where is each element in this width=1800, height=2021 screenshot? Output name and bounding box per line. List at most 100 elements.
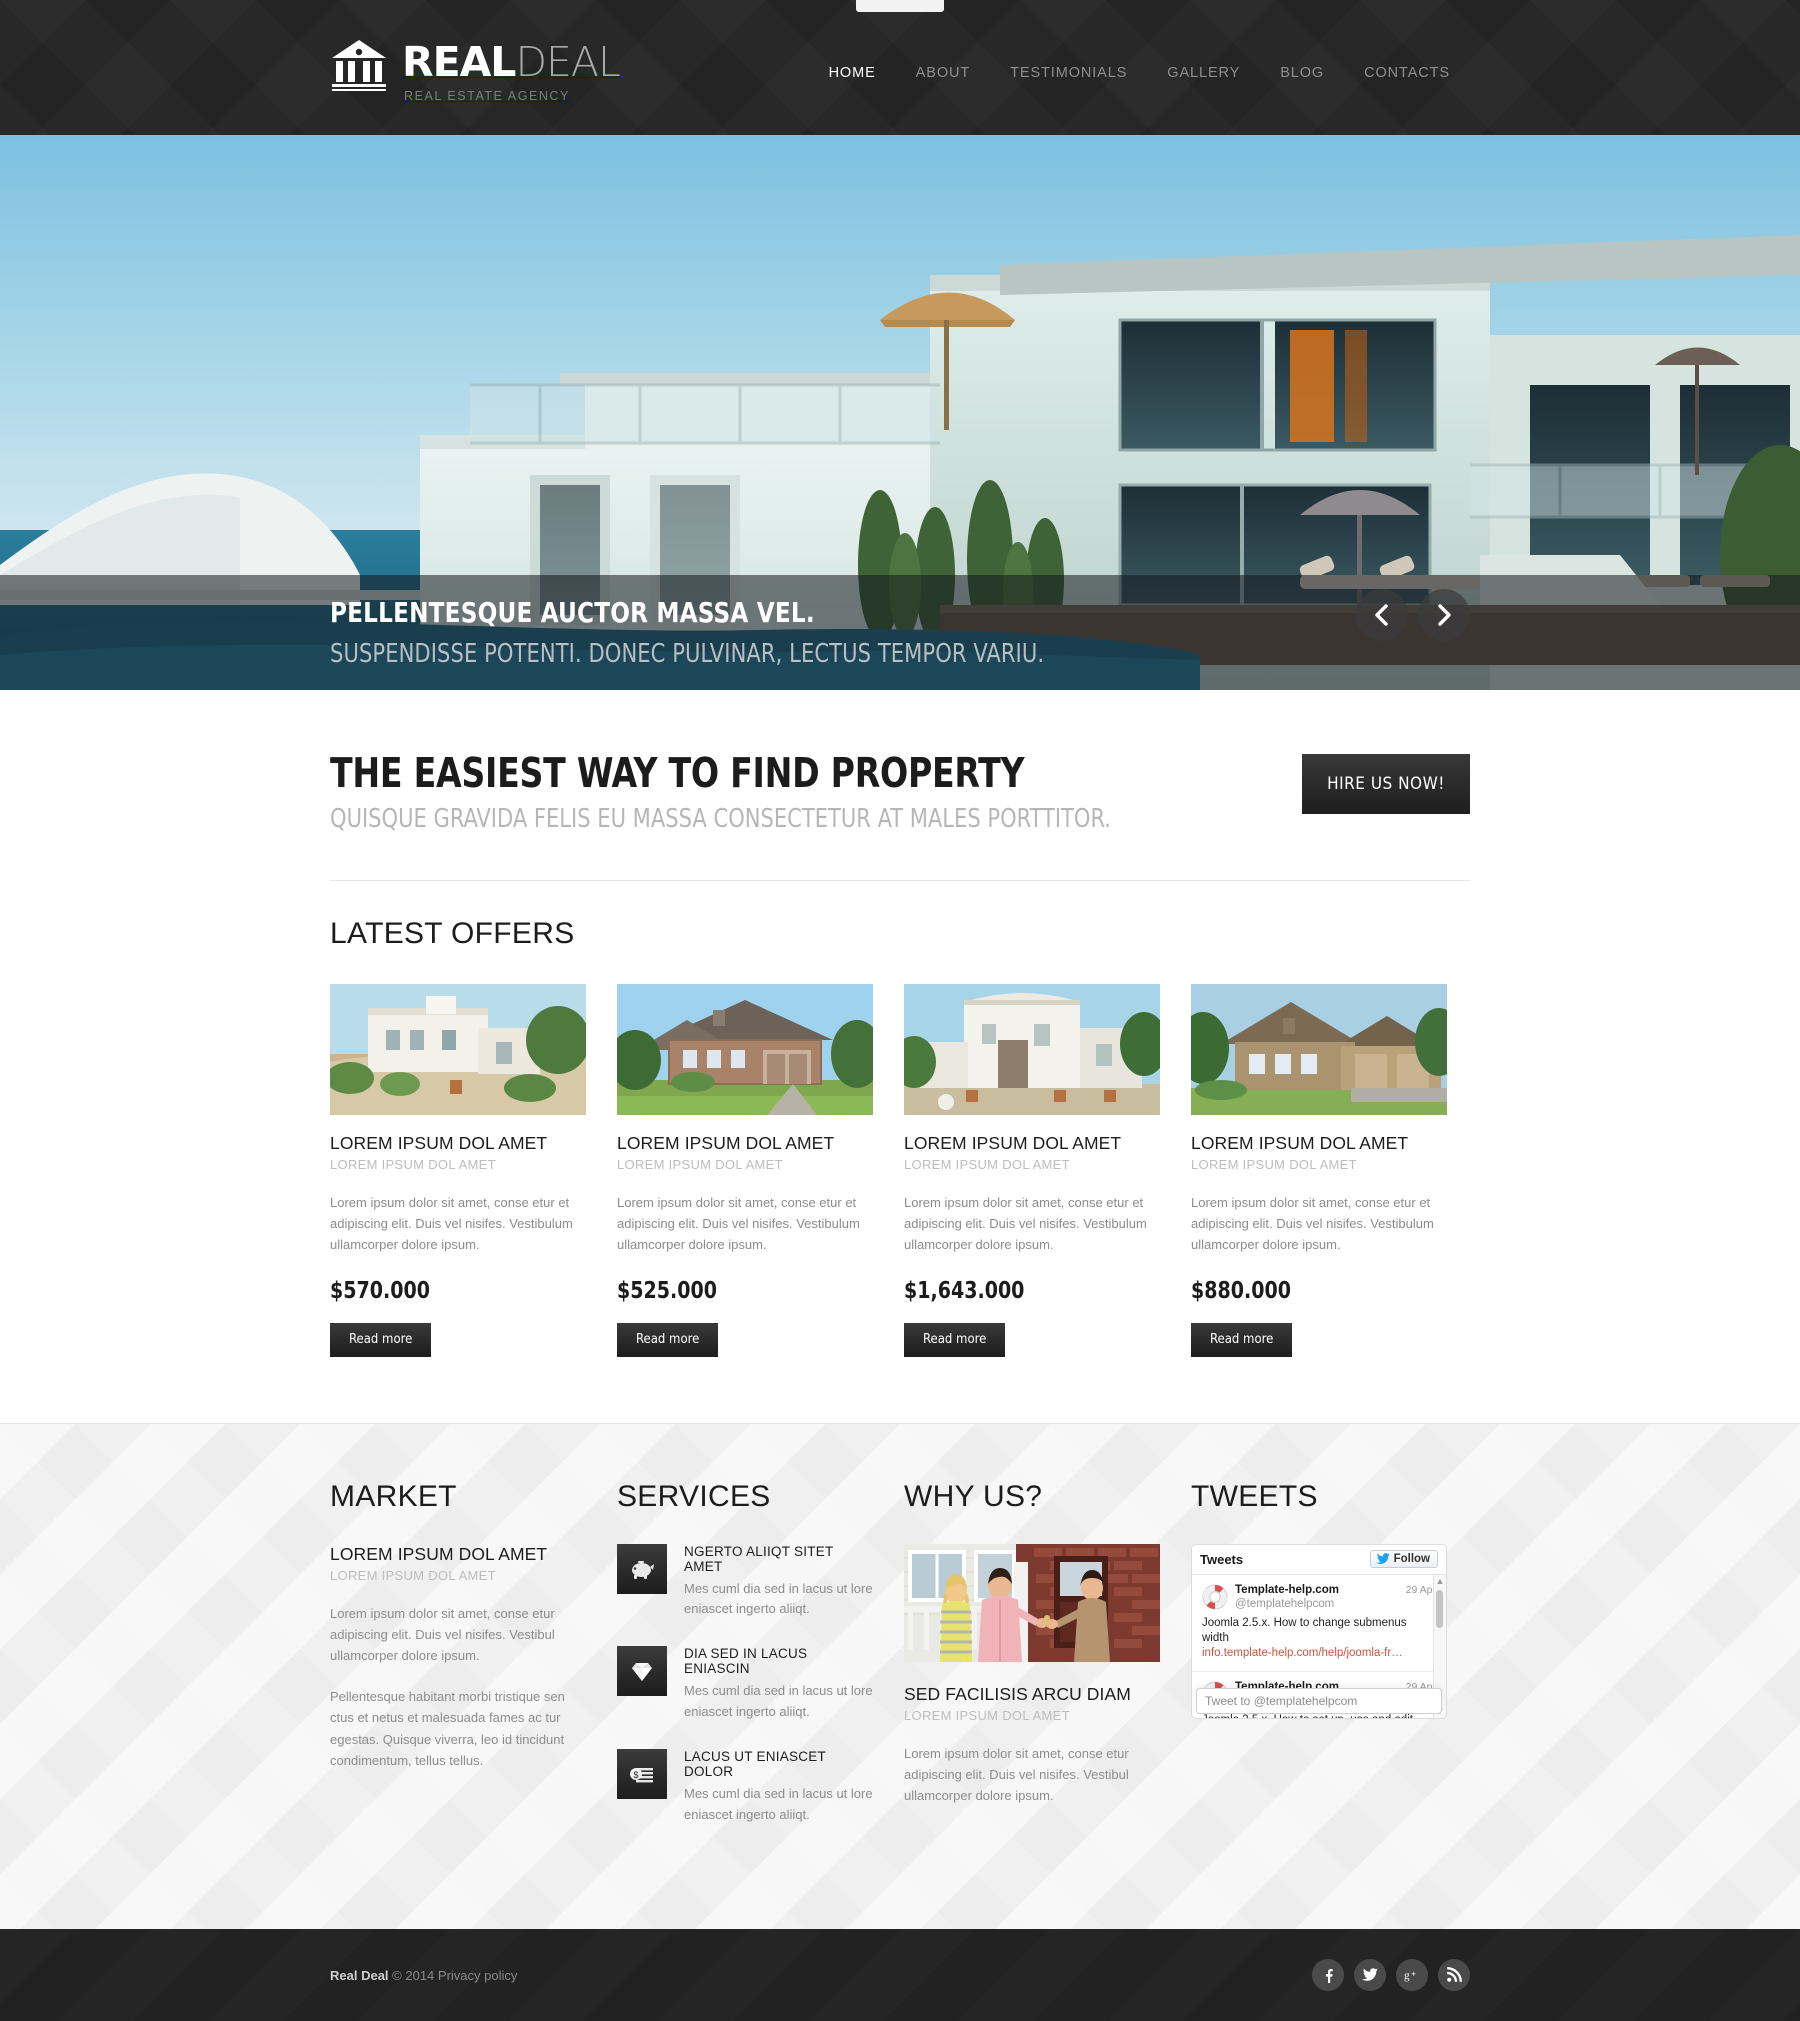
hire-us-now-button[interactable]: HIRE US NOW! (1302, 754, 1470, 814)
offers-card-list: LOREM IPSUM DOL AMET LOREM IPSUM DOL AME… (330, 984, 1470, 1357)
service-text: Mes cuml dia sed in lacus ut lore eniasc… (684, 1785, 873, 1822)
intro-section: THE EASIEST WAY TO FIND PROPERTY QUISQUE… (0, 690, 1800, 835)
offer-card[interactable]: LOREM IPSUM DOL AMET LOREM IPSUM DOL AME… (904, 984, 1160, 1357)
offer-card-title: LOREM IPSUM DOL AMET (1191, 1133, 1409, 1154)
tweets-title: TWEETS (1191, 1479, 1318, 1513)
offer-card[interactable]: LOREM IPSUM DOL AMET LOREM IPSUM DOL AME… (1191, 984, 1447, 1357)
tweet-text: Joomla 2.5.x. How to change submenus wid… (1202, 1616, 1407, 1644)
logo-text-secondary: DEAL (515, 38, 620, 87)
nav-item-gallery[interactable]: GALLERY (1147, 59, 1260, 87)
social-link-twitter[interactable] (1354, 1959, 1386, 1992)
tweet-compose-input[interactable]: Tweet to @templatehelpcom (1196, 1687, 1442, 1714)
service-title: NGERTO ALIIQT SITET AMET (684, 1543, 834, 1574)
page-root: REALDEAL REAL ESTATE AGENCY HOME ABOUT T… (0, 0, 1800, 2021)
why-us-title: WHY US? (904, 1479, 1043, 1513)
main-navigation: HOME ABOUT TESTIMONIALS GALLERY BLOG CON… (809, 49, 1470, 87)
latest-offers-section: LATEST OFFERS LOREM IPSUM DOL AMET LOREM… (0, 880, 1800, 1423)
offer-read-more-button[interactable]: Read more (1191, 1322, 1293, 1357)
offer-property-photo (330, 984, 586, 1116)
social-link-rss[interactable] (1438, 1959, 1470, 1992)
nav-item-home[interactable]: HOME (809, 59, 896, 87)
diamond-icon (632, 1663, 652, 1682)
twitter-follow-label: Follow (1393, 1553, 1430, 1566)
tweet-item[interactable]: Template-help.com @templatehelpcom 29 Ap… (1192, 1575, 1446, 1673)
bank-building-icon (330, 38, 388, 92)
scrollbar-thumb[interactable] (1435, 1589, 1443, 1628)
why-us-subheading: LOREM IPSUM DOL AMET (904, 1707, 1070, 1723)
service-item[interactable]: NGERTO ALIIQT SITET AMET Mes cuml dia se… (617, 1543, 873, 1621)
service-icon-tile (617, 1543, 667, 1594)
nav-item-testimonials[interactable]: TESTIMONIALS (990, 59, 1147, 87)
service-icon-tile (617, 1646, 667, 1697)
slider-arrows (1356, 589, 1470, 641)
services-column: SERVICES NGERTO ALIIQT SITET AMET Mes cu… (617, 1480, 873, 1852)
slider-next-button[interactable] (1418, 589, 1470, 641)
hero-slide-subtitle: SUSPENDISSE POTENTI. DONEC PULVINAR, LEC… (330, 639, 1045, 669)
intro-subtitle: QUISQUE GRAVIDA FELIS EU MASSA CONSECTET… (330, 804, 1111, 835)
footer-copyright: Real Deal © 2014 Privacy policy (330, 1968, 517, 1983)
offer-property-photo (617, 984, 873, 1116)
offer-card-text: Lorem ipsum dolor sit amet, conse etur e… (904, 1195, 1147, 1253)
chevron-left-icon (1375, 604, 1388, 626)
offer-card-price: $525.000 (617, 1277, 717, 1304)
footer-copyright-text: © 2014 Privacy policy (392, 1967, 518, 1983)
social-link-facebook[interactable] (1312, 1959, 1344, 1992)
nav-item-about[interactable]: ABOUT (896, 59, 990, 87)
tweet-link[interactable]: info.template-help.com/help/joomla-fr… (1202, 1646, 1436, 1661)
offer-card-text: Lorem ipsum dolor sit amet, conse etur e… (617, 1195, 860, 1253)
site-logo[interactable]: REALDEAL REAL ESTATE AGENCY (330, 32, 621, 104)
svg-text:+: + (1411, 1970, 1416, 1979)
offer-card-title: LOREM IPSUM DOL AMET (904, 1133, 1122, 1154)
hero-caption: PELLENTESQUE AUCTOR MASSA VEL. SUSPENDIS… (0, 575, 1800, 690)
why-us-paragraph: Lorem ipsum dolor sit amet, conse etur a… (904, 1745, 1129, 1803)
lifebuoy-avatar-icon (1202, 1584, 1228, 1610)
info-panel-section: MARKET LOREM IPSUM DOL AMET LOREM IPSUM … (0, 1422, 1800, 1930)
offer-card-subtitle: LOREM IPSUM DOL AMET (904, 1157, 1070, 1173)
offer-read-more-button[interactable]: Read more (330, 1322, 432, 1357)
market-paragraph-1: Lorem ipsum dolor sit amet, conse etur a… (330, 1605, 555, 1663)
twitter-icon (1362, 1968, 1378, 1982)
service-title: LACUS UT ENIASCET DOLOR (684, 1748, 826, 1779)
offer-property-photo (1191, 984, 1447, 1116)
footer-social-links: g + (1312, 1959, 1470, 1992)
market-subheading: LOREM IPSUM DOL AMET (330, 1567, 496, 1583)
offer-card-price: $1,643.000 (904, 1277, 1025, 1304)
market-title: MARKET (330, 1479, 457, 1513)
hero-slider: PELLENTESQUE AUCTOR MASSA VEL. SUSPENDIS… (0, 135, 1800, 690)
services-title: SERVICES (617, 1479, 771, 1513)
nav-item-blog[interactable]: BLOG (1260, 59, 1344, 87)
twitter-widget-header: Tweets Follow (1192, 1544, 1446, 1575)
site-header: REALDEAL REAL ESTATE AGENCY HOME ABOUT T… (0, 0, 1800, 135)
chevron-right-icon (1438, 604, 1451, 626)
money-stack-icon: $ (630, 1767, 653, 1783)
scroll-up-arrow-icon[interactable]: ▲ (1436, 1576, 1445, 1586)
site-footer: Real Deal © 2014 Privacy policy g + (0, 1929, 1800, 2021)
logo-text-primary: REAL (402, 38, 516, 87)
market-paragraph-2: Pellentesque habitant morbi tristique se… (330, 1689, 565, 1768)
twitter-follow-button[interactable]: Follow (1369, 1550, 1438, 1569)
tweets-column: TWEETS Tweets Follow Template-help.com @… (1191, 1480, 1447, 1719)
service-item[interactable]: $ LACUS UT ENIASCET DOLOR Mes cuml dia s… (617, 1748, 873, 1826)
offer-card-text: Lorem ipsum dolor sit amet, conse etur e… (1191, 1195, 1434, 1253)
offer-read-more-button[interactable]: Read more (617, 1322, 719, 1357)
market-heading: LOREM IPSUM DOL AMET (330, 1543, 548, 1564)
nav-item-contacts[interactable]: CONTACTS (1344, 59, 1470, 87)
social-link-google-plus[interactable]: g + (1396, 1959, 1428, 1992)
tweet-date: 29 Apr (1405, 1583, 1436, 1596)
slider-prev-button[interactable] (1356, 589, 1408, 641)
intro-title: THE EASIEST WAY TO FIND PROPERTY (330, 749, 1025, 797)
latest-offers-title: LATEST OFFERS (330, 917, 575, 951)
market-column: MARKET LOREM IPSUM DOL AMET LOREM IPSUM … (330, 1480, 586, 1771)
service-text: Mes cuml dia sed in lacus ut lore eniasc… (684, 1580, 873, 1617)
offer-card-price: $880.000 (1191, 1277, 1291, 1304)
offer-card-price: $570.000 (330, 1277, 430, 1304)
logo-tagline: REAL ESTATE AGENCY (404, 89, 570, 104)
offer-read-more-button[interactable]: Read more (904, 1322, 1006, 1357)
service-item[interactable]: DIA SED IN LACUS ENIASCIN Mes cuml dia s… (617, 1646, 873, 1723)
offer-card[interactable]: LOREM IPSUM DOL AMET LOREM IPSUM DOL AME… (330, 984, 586, 1357)
svg-text:g: g (1404, 1970, 1410, 1982)
offer-card[interactable]: LOREM IPSUM DOL AMET LOREM IPSUM DOL AME… (617, 984, 873, 1357)
why-us-photo (904, 1543, 1160, 1662)
why-us-heading: SED FACILISIS ARCU DIAM (904, 1683, 1131, 1704)
service-text: Mes cuml dia sed in lacus ut lore eniasc… (684, 1683, 873, 1719)
